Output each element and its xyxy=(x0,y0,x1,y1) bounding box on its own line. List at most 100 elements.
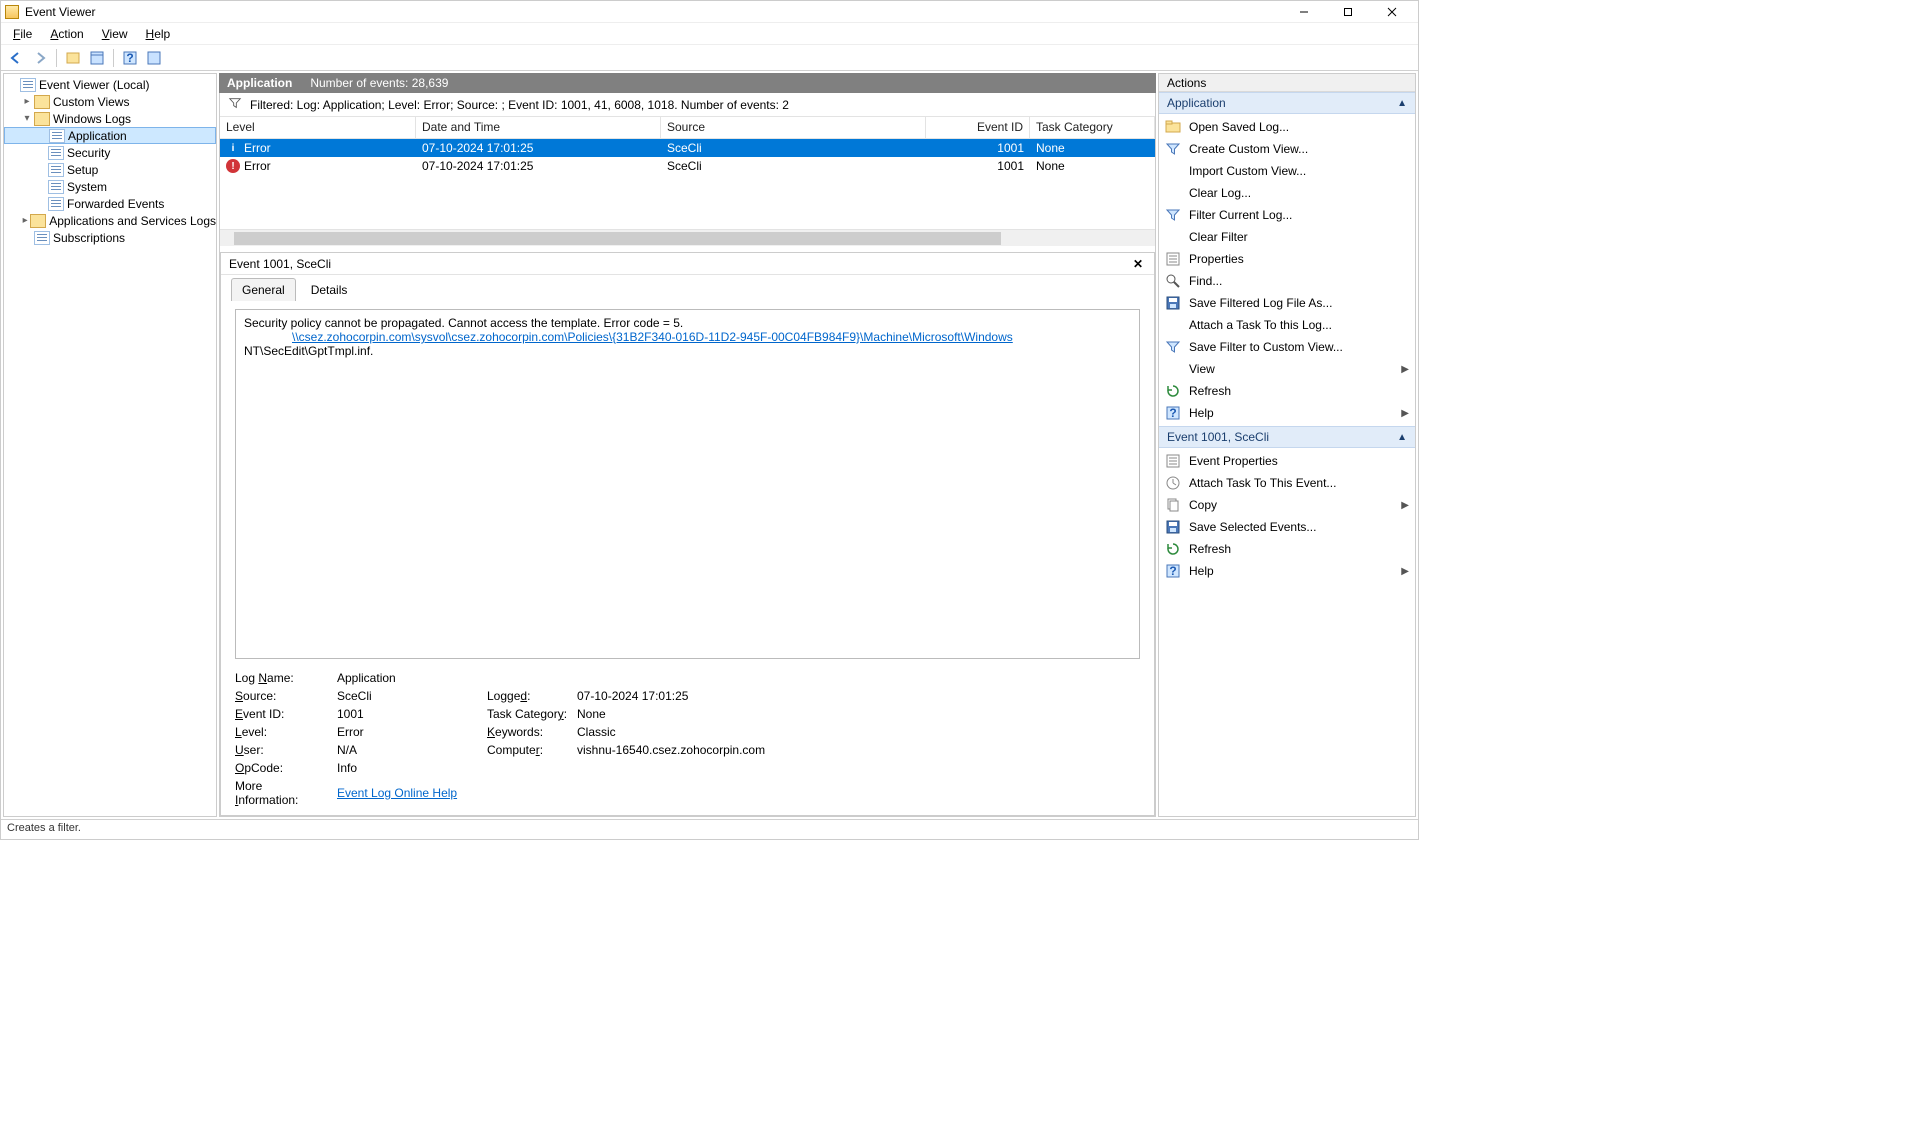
funnel-icon xyxy=(228,96,242,113)
action-label: Attach a Task To this Log... xyxy=(1189,318,1332,332)
action-save-selected-events[interactable]: Save Selected Events... xyxy=(1159,516,1415,538)
toolbar-help-button[interactable]: ? xyxy=(119,47,141,69)
maximize-button[interactable] xyxy=(1326,1,1370,23)
action-label: Event Properties xyxy=(1189,454,1278,468)
actions-section-event[interactable]: Event 1001, SceCli ▲ xyxy=(1159,426,1415,448)
action-find[interactable]: Find... xyxy=(1159,270,1415,292)
grid-body[interactable]: iError07-10-2024 17:01:25SceCli1001None!… xyxy=(220,139,1155,229)
val-keywords: Classic xyxy=(577,725,1140,739)
expander-icon[interactable]: ▾ xyxy=(20,113,34,124)
close-button[interactable] xyxy=(1370,1,1414,23)
toolbar-new-button[interactable] xyxy=(62,47,84,69)
menu-action[interactable]: Action xyxy=(42,25,91,43)
blank-icon xyxy=(1165,163,1181,179)
funnel-icon xyxy=(1165,141,1181,157)
blank-icon xyxy=(1165,317,1181,333)
tree-forwarded[interactable]: Forwarded Events xyxy=(4,195,216,212)
actions-pane: Actions Application ▲ Open Saved Log...C… xyxy=(1158,73,1416,817)
scrollbar-thumb[interactable] xyxy=(234,232,1001,245)
blank-icon xyxy=(1165,229,1181,245)
help-icon: ? xyxy=(1165,563,1181,579)
col-category[interactable]: Task Category xyxy=(1030,117,1155,138)
val-user: N/A xyxy=(337,743,479,757)
action-label: Save Filter to Custom View... xyxy=(1189,340,1343,354)
tree-root[interactable]: Event Viewer (Local) xyxy=(4,76,216,93)
action-attach-a-task-to-this-log[interactable]: Attach a Task To this Log... xyxy=(1159,314,1415,336)
menu-help[interactable]: Help xyxy=(138,25,179,43)
msg-line1: Security policy cannot be propagated. Ca… xyxy=(244,316,1131,330)
toolbar-window-button[interactable] xyxy=(86,47,108,69)
expander-icon[interactable]: ▸ xyxy=(20,215,30,226)
action-save-filtered-log-file-as[interactable]: Save Filtered Log File As... xyxy=(1159,292,1415,314)
event-row[interactable]: !Error07-10-2024 17:01:25SceCli1001None xyxy=(220,157,1155,175)
action-label: Copy xyxy=(1189,498,1217,512)
action-save-filter-to-custom-view[interactable]: Save Filter to Custom View... xyxy=(1159,336,1415,358)
action-open-saved-log[interactable]: Open Saved Log... xyxy=(1159,116,1415,138)
lbl-user: User: xyxy=(235,743,329,757)
tree-label: Setup xyxy=(67,163,98,177)
action-properties[interactable]: Properties xyxy=(1159,248,1415,270)
event-row[interactable]: iError07-10-2024 17:01:25SceCli1001None xyxy=(220,139,1155,157)
actions-list-2: Event Properties Attach Task To This Even… xyxy=(1159,448,1415,584)
action-clear-log[interactable]: Clear Log... xyxy=(1159,182,1415,204)
chevron-up-icon: ▲ xyxy=(1397,432,1407,443)
msg-link[interactable]: \\csez.zohocorpin.com\sysvol\csez.zohoco… xyxy=(292,330,1013,344)
detail-header: Event 1001, SceCli ✕ xyxy=(221,253,1154,275)
col-source[interactable]: Source xyxy=(661,117,926,138)
event-message[interactable]: Security policy cannot be propagated. Ca… xyxy=(235,309,1140,659)
expander-icon[interactable]: ▸ xyxy=(20,96,34,107)
action-import-custom-view[interactable]: Import Custom View... xyxy=(1159,160,1415,182)
tree-subscriptions[interactable]: Subscriptions xyxy=(4,229,216,246)
val-eventid: 1001 xyxy=(337,707,479,721)
tree-label: Application xyxy=(68,129,127,143)
action-refresh[interactable]: Refresh xyxy=(1159,380,1415,402)
val-source: SceCli xyxy=(337,689,479,703)
menu-view[interactable]: View xyxy=(94,25,136,43)
more-info-link[interactable]: Event Log Online Help xyxy=(337,786,457,800)
action-label: Create Custom View... xyxy=(1189,142,1308,156)
tree-security[interactable]: Security xyxy=(4,144,216,161)
app-icon xyxy=(5,5,19,19)
nav-forward-button[interactable] xyxy=(29,47,51,69)
menu-file[interactable]: File xyxy=(5,25,40,43)
action-view[interactable]: View▶ xyxy=(1159,358,1415,380)
toolbar-extra-button[interactable] xyxy=(143,47,165,69)
action-copy[interactable]: Copy▶ xyxy=(1159,494,1415,516)
action-help[interactable]: ?Help▶ xyxy=(1159,402,1415,424)
tree-pane[interactable]: Event Viewer (Local) ▸ Custom Views ▾ Wi… xyxy=(3,73,217,817)
val-logged: 07-10-2024 17:01:25 xyxy=(577,689,1140,703)
action-clear-filter[interactable]: Clear Filter xyxy=(1159,226,1415,248)
horizontal-scrollbar[interactable] xyxy=(220,229,1155,246)
lbl-logname: Log Name: xyxy=(235,671,329,685)
action-create-custom-view[interactable]: Create Custom View... xyxy=(1159,138,1415,160)
close-icon[interactable]: ✕ xyxy=(1130,256,1146,272)
tree-system[interactable]: System xyxy=(4,178,216,195)
cell-level: Error xyxy=(244,141,271,155)
cell-category: None xyxy=(1030,141,1155,155)
tree-apps-services[interactable]: ▸ Applications and Services Logs xyxy=(4,212,216,229)
tree-application[interactable]: Application xyxy=(4,127,216,144)
val-computer: vishnu-16540.csez.zohocorpin.com xyxy=(577,743,1140,757)
action-filter-current-log[interactable]: Filter Current Log... xyxy=(1159,204,1415,226)
col-id[interactable]: Event ID xyxy=(926,117,1030,138)
tab-details[interactable]: Details xyxy=(300,278,359,301)
action-attach-task-to-this-event[interactable]: Attach Task To This Event... xyxy=(1159,472,1415,494)
lbl-computer: Computer: xyxy=(487,743,569,757)
minimize-button[interactable] xyxy=(1282,1,1326,23)
actions-section-application[interactable]: Application ▲ xyxy=(1159,92,1415,114)
action-event-properties[interactable]: Event Properties xyxy=(1159,450,1415,472)
tree-custom-views[interactable]: ▸ Custom Views xyxy=(4,93,216,110)
tree-label: Subscriptions xyxy=(53,231,125,245)
col-date[interactable]: Date and Time xyxy=(416,117,661,138)
val-opcode: Info xyxy=(337,761,479,775)
tree-windows-logs[interactable]: ▾ Windows Logs xyxy=(4,110,216,127)
tab-general[interactable]: General xyxy=(231,278,296,301)
tree-setup[interactable]: Setup xyxy=(4,161,216,178)
action-refresh[interactable]: Refresh xyxy=(1159,538,1415,560)
cell-id: 1001 xyxy=(926,141,1030,155)
col-level[interactable]: Level xyxy=(220,117,416,138)
action-help[interactable]: ?Help▶ xyxy=(1159,560,1415,582)
nav-back-button[interactable] xyxy=(5,47,27,69)
lbl-opcode: OpCode: xyxy=(235,761,329,775)
action-label: Find... xyxy=(1189,274,1222,288)
